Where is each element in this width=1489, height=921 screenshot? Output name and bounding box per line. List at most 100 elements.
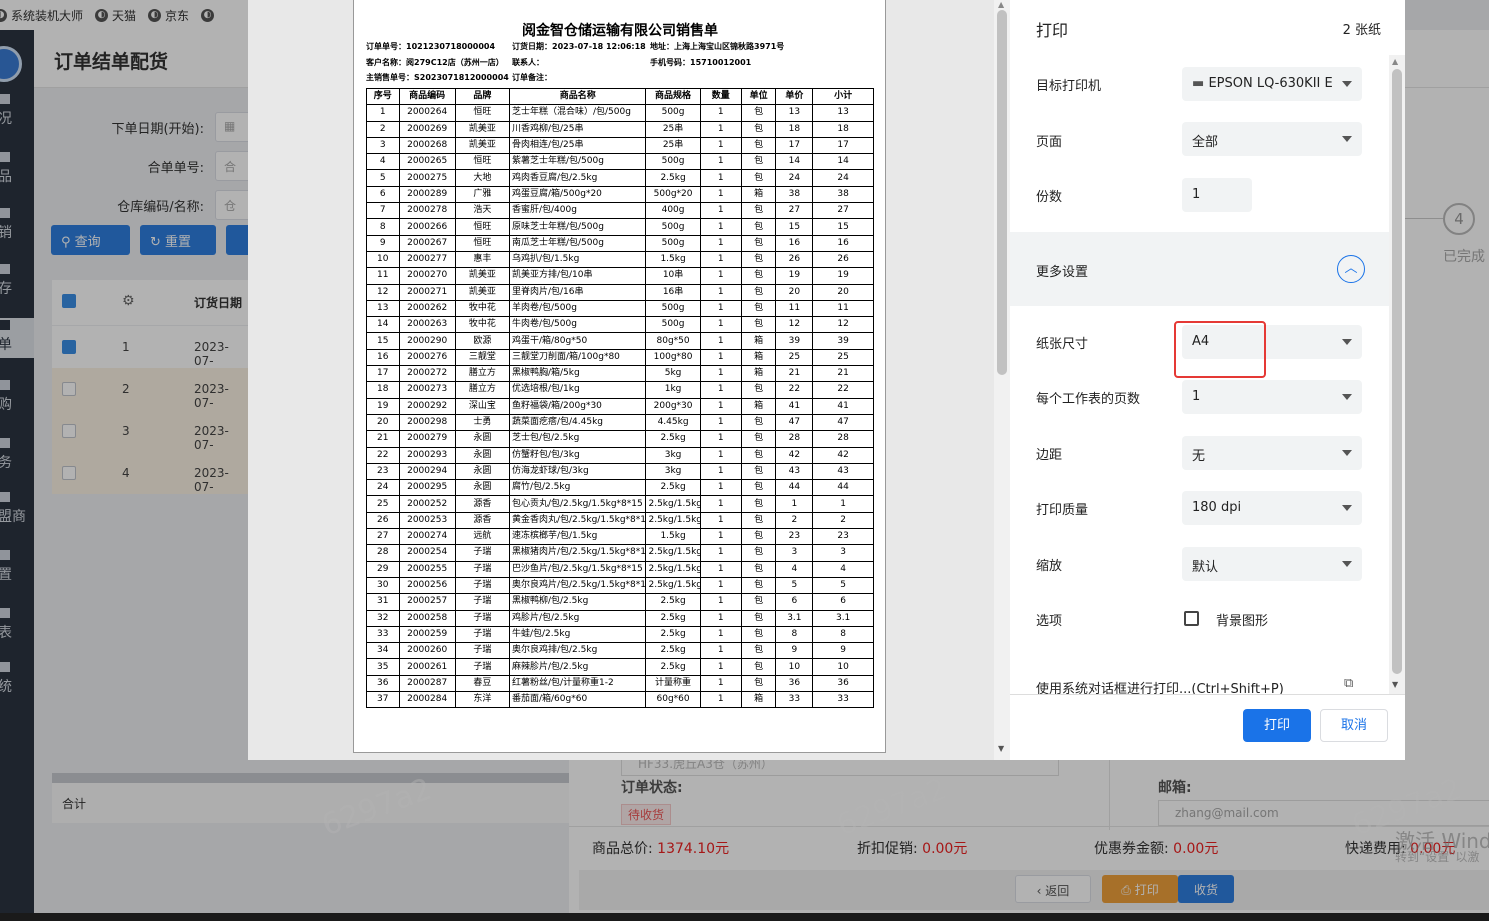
receipt-cell: 1.5kg (645, 528, 701, 546)
receipt-cell: 子瑞 (454, 560, 510, 578)
receipt-cell: 麻辣胗片/包/2.5kg (508, 658, 647, 676)
external-link-icon[interactable]: ⧉ (1344, 676, 1353, 691)
scroll-up-arrow-icon[interactable]: ▲ (1392, 57, 1398, 66)
receipt-cell: 47 (812, 413, 874, 432)
receipt-cell: 2000284 (398, 690, 456, 709)
scale-label: 缩放 (1036, 559, 1063, 574)
receipt-cell: 17 (366, 365, 400, 383)
receipt-row: 29 2000255 子瑞 巴沙鱼片/包/2.5kg/1.5kg*8*15 2.5kg/… (366, 560, 874, 578)
printer-value: EPSON LQ-630KII E (1208, 76, 1333, 91)
settings-scrollbar[interactable]: ▲ ▼ (1389, 55, 1405, 695)
receipt-cell: 500g (645, 104, 701, 122)
receipt-cell: 2000263 (398, 316, 456, 334)
receipt-remark: 订单备注： (512, 73, 552, 82)
margin-select[interactable]: 无 (1182, 436, 1362, 470)
scroll-thumb[interactable] (1392, 69, 1402, 674)
pages-select[interactable]: 全部 (1182, 122, 1362, 156)
receipt-cell: 腐竹/包/2.5kg (508, 479, 647, 497)
receipt-cell: 1 (699, 202, 742, 220)
receipt-cell: 25 (366, 495, 400, 513)
receipt-cell: 2.5kg/1.5kg*8*15 (645, 511, 701, 530)
receipt-cell: 22 (366, 446, 400, 464)
receipt-cell: 深山宝 (454, 397, 510, 415)
receipt-cell: 黑椒鸭胸/箱/5kg (508, 365, 647, 383)
receipt-cell: 26 (812, 250, 874, 269)
chevron-up-icon[interactable]: ︿ (1337, 255, 1365, 283)
receipt-header-cell: 单位 (740, 87, 777, 106)
print-button[interactable]: 打印 (1243, 709, 1311, 742)
receipt-cell: 500g (645, 234, 701, 252)
receipt-cell: 1 (699, 528, 742, 546)
paper-size-label: 纸张尺寸 (1036, 337, 1089, 352)
receipt-cell: 包 (740, 267, 777, 285)
receipt-cell: 16 (812, 234, 874, 252)
receipt-row: 5 2000275 大地 鸡肉香豆腐/包/2.5kg 2.5kg 1 包 24 24 (366, 169, 874, 187)
receipt-row: 6 2000289 广雅 鸡蛋豆腐/箱/500g*20 500g*20 1 箱 38 38 (366, 185, 874, 204)
receipt-cell: 39 (812, 332, 874, 350)
receipt-cell: 1 (699, 153, 742, 171)
receipt-cell: 35 (366, 658, 400, 676)
receipt-cell: 500g*20 (645, 185, 701, 204)
receipt-cell: 500g (645, 316, 701, 334)
cancel-button[interactable]: 取消 (1320, 709, 1388, 742)
receipt-cell: 21 (775, 365, 814, 383)
receipt-cell: 2000255 (398, 560, 456, 578)
receipt-cell: 43 (812, 462, 874, 481)
more-settings-label: 更多设置 (1036, 265, 1089, 280)
receipt-cell: 9 (812, 642, 874, 660)
receipt-cell: 2000254 (398, 544, 456, 562)
receipt-row: 9 2000267 恒旺 南瓜芝士年糕/包/500g 500g 1 包 16 16 (366, 234, 874, 252)
receipt-cell: 5 (366, 169, 400, 187)
receipt-cell: 28 (775, 430, 814, 448)
receipt-cell: 1 (699, 169, 742, 187)
receipt-cell: 速冻槟榔芋/包/1.5kg (508, 528, 647, 546)
receipt-cell: 14 (812, 153, 874, 171)
scroll-up-arrow-icon[interactable]: ▲ (998, 0, 1004, 9)
printer-select[interactable]: ▬ EPSON LQ-630KII E (1182, 67, 1362, 101)
receipt-cell: 1 (699, 218, 742, 236)
scroll-down-arrow-icon[interactable]: ▼ (998, 744, 1004, 753)
receipt-cell: 2.5kg (645, 642, 701, 660)
receipt-cell: 2000266 (398, 218, 456, 236)
receipt-cell: 1 (812, 495, 874, 513)
receipt-cell: 子瑞 (454, 642, 510, 660)
receipt-cell: 1 (699, 576, 742, 595)
receipt-cell: 远航 (454, 528, 510, 546)
quality-select[interactable]: 180 dpi (1182, 491, 1362, 525)
pages-per-sheet-select[interactable]: 1 (1182, 380, 1362, 414)
receipt-row: 4 2000265 恒旺 紫薯芝士年糕/包/500g 500g 1 包 14 14 (366, 153, 874, 171)
receipt-cell: 1 (699, 381, 742, 399)
receipt-cell: 箱 (740, 332, 777, 350)
receipt-row: 21 2000279 永圆 芝士包/包/2.5kg 2.5kg 1 包 28 28 (366, 430, 874, 448)
receipt-cell: 2.5kg (645, 593, 701, 611)
sheet-count: 2 张纸 (1342, 23, 1381, 38)
receipt-cell: 21 (366, 430, 400, 448)
receipt-cell: 子瑞 (454, 609, 510, 627)
copies-input[interactable]: 1 (1182, 178, 1252, 212)
background-graphics-label: 背景图形 (1216, 614, 1269, 629)
receipt-cell: 2000268 (398, 136, 456, 155)
more-settings-toggle[interactable]: 更多设置 ︿ (1010, 232, 1389, 306)
receipt-row: 1 2000264 恒旺 芝士年糕（混合味）/包/500g 500g 1 包 13 13 (366, 104, 874, 122)
receipt-cell: 8 (812, 625, 874, 644)
background-graphics-checkbox[interactable] (1184, 611, 1199, 626)
receipt-cell: 17 (812, 136, 874, 155)
receipt-row: 36 2000287 春豆 红薯粉丝/包/计量称重1-2 计量称重 1 包 36 36 (366, 674, 874, 692)
receipt-cell: 子瑞 (454, 544, 510, 562)
receipt-cell: 2.5kg/1.5kg*8*15 (645, 576, 701, 595)
receipt-cell: 包 (740, 283, 777, 301)
receipt-row: 24 2000295 永圆 腐竹/包/2.5kg 2.5kg 1 包 44 44 (366, 479, 874, 497)
receipt-cell: 28 (812, 430, 874, 448)
preview-scrollbar[interactable]: ▲ ▼ (994, 0, 1010, 760)
scale-select[interactable]: 默认 (1182, 547, 1362, 581)
scroll-thumb[interactable] (997, 10, 1007, 375)
receipt-cell: 包 (740, 136, 777, 155)
scroll-down-arrow-icon[interactable]: ▼ (1392, 680, 1398, 689)
receipt-cell: 20 (812, 283, 874, 301)
receipt-cell: 18 (366, 381, 400, 399)
receipt-header-cell: 商品规格 (645, 87, 701, 106)
receipt-header-cell: 商品名称 (508, 87, 647, 106)
receipt-cell: 2000278 (398, 202, 456, 220)
receipt-cell: 22 (775, 381, 814, 399)
pages-label: 页面 (1036, 135, 1063, 150)
